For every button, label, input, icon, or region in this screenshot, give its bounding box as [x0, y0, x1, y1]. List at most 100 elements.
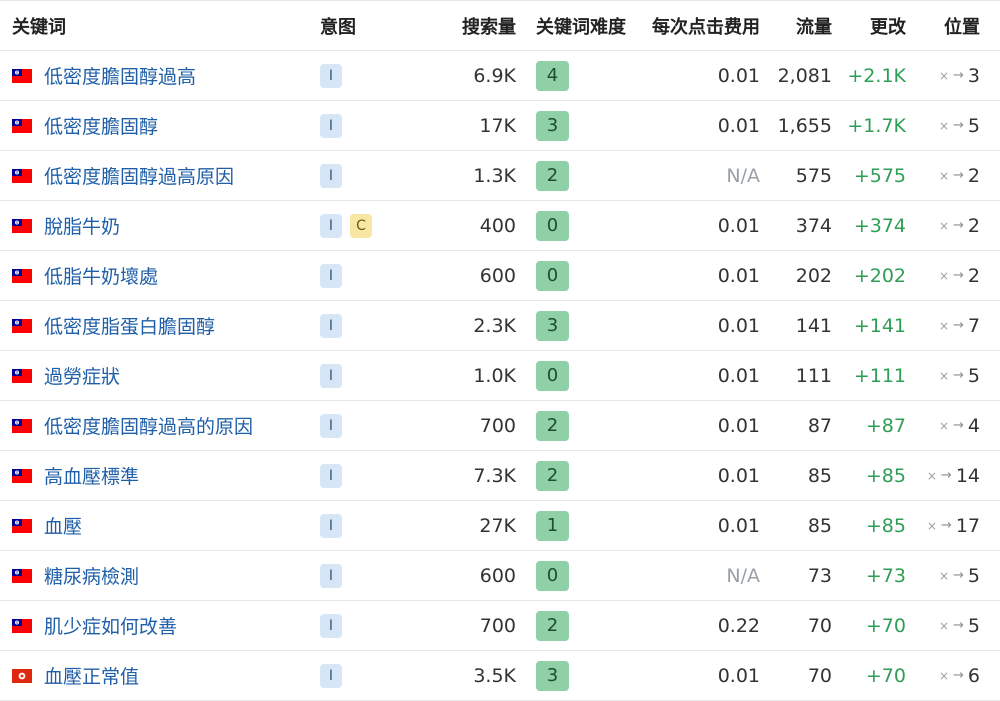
intent-cell: I: [320, 301, 430, 350]
cpc-value: 0.01: [717, 364, 760, 387]
kd-badge: 3: [536, 110, 569, 141]
arrow-right-icon: →: [953, 668, 964, 683]
keyword-link[interactable]: 低密度膽固醇過高的原因: [44, 412, 253, 439]
arrow-right-icon: →: [953, 268, 964, 283]
intent-badge-i[interactable]: I: [320, 613, 342, 638]
table-row: 低密度膽固醇過高的原因 I 700 2 0.01 87 +87 × → 4: [0, 401, 1000, 451]
keyword-link[interactable]: 低密度膽固醇過高: [44, 62, 196, 89]
keyword-table: 关键词 意图 搜索量 关键词难度 每次点击费用 流量 更改 位置 低密度膽固醇過…: [0, 0, 1000, 701]
volume-value: 6.9K: [473, 64, 516, 87]
kd-badge: 3: [536, 660, 569, 691]
taiwan-flag-icon: [12, 118, 32, 133]
taiwan-flag-icon: [12, 268, 32, 283]
intent-badge-i[interactable]: I: [320, 163, 342, 188]
keyword-cell: 脫脂牛奶: [12, 201, 312, 250]
intent-cell: I: [320, 251, 430, 300]
change-value: +85: [865, 464, 906, 487]
table-row: 過勞症狀 I 1.0K 0 0.01 111 +111 × → 5: [0, 351, 1000, 401]
table-row: 脫脂牛奶 I C 400 0 0.01 374 +374 × → 2: [0, 201, 1000, 251]
header-change[interactable]: 更改: [840, 1, 906, 50]
position-cell: × → 3: [918, 51, 980, 100]
kd-badge: 2: [536, 410, 569, 441]
not-ranked-icon: ×: [938, 668, 949, 683]
traffic-value: 575: [795, 164, 832, 187]
position-cell: × → 17: [918, 501, 980, 550]
kd-cell: 1: [536, 501, 632, 550]
keyword-link[interactable]: 低密度脂蛋白膽固醇: [44, 312, 215, 339]
intent-badge-i[interactable]: I: [320, 113, 342, 138]
traffic-value: 374: [795, 214, 832, 237]
cpc-value: 0.01: [717, 214, 760, 237]
cpc-value: 0.01: [717, 414, 760, 437]
header-keyword[interactable]: 关键词: [12, 1, 312, 50]
intent-badge-i[interactable]: I: [320, 413, 342, 438]
keyword-link[interactable]: 低密度膽固醇: [44, 112, 158, 139]
change-value: +85: [865, 514, 906, 537]
volume-value: 17K: [479, 114, 516, 137]
table-body: 低密度膽固醇過高 I 6.9K 4 0.01 2,081 +2.1K × → 3 低密度膽固醇 I 17…: [0, 51, 1000, 701]
not-ranked-icon: ×: [926, 468, 937, 483]
intent-badge-c[interactable]: C: [350, 213, 372, 238]
header-volume[interactable]: 搜索量: [430, 1, 516, 50]
kd-cell: 0: [536, 551, 632, 600]
header-kd[interactable]: 关键词难度: [536, 1, 632, 50]
keyword-cell: 血壓正常值: [12, 651, 312, 700]
position-cell: × → 14: [918, 451, 980, 500]
header-position[interactable]: 位置: [918, 1, 980, 50]
intent-cell: I: [320, 551, 430, 600]
taiwan-flag-icon: [12, 418, 32, 433]
intent-badge-i[interactable]: I: [320, 563, 342, 588]
intent-badge-i[interactable]: I: [320, 513, 342, 538]
header-cpc[interactable]: 每次点击费用: [640, 1, 760, 50]
keyword-cell: 低密度膽固醇過高的原因: [12, 401, 312, 450]
position-value: 2: [967, 264, 980, 287]
change-value: +141: [853, 314, 906, 337]
keyword-link[interactable]: 過勞症狀: [44, 362, 120, 389]
intent-badge-i[interactable]: I: [320, 463, 342, 488]
intent-badge-i[interactable]: I: [320, 363, 342, 388]
kd-cell: 0: [536, 201, 632, 250]
intent-cell: I: [320, 51, 430, 100]
header-traffic[interactable]: 流量: [770, 1, 832, 50]
keyword-link[interactable]: 高血壓標準: [44, 462, 139, 489]
keyword-cell: 血壓: [12, 501, 312, 550]
volume-value: 400: [479, 214, 516, 237]
intent-badge-i[interactable]: I: [320, 313, 342, 338]
header-intent[interactable]: 意图: [320, 1, 430, 50]
kd-cell: 2: [536, 151, 632, 200]
kd-cell: 3: [536, 651, 632, 700]
keyword-cell: 過勞症狀: [12, 351, 312, 400]
table-row: 肌少症如何改善 I 700 2 0.22 70 +70 × → 5: [0, 601, 1000, 651]
table-row: 低脂牛奶壞處 I 600 0 0.01 202 +202 × → 2: [0, 251, 1000, 301]
arrow-right-icon: →: [940, 518, 952, 533]
volume-value: 27K: [479, 514, 516, 537]
change-value: +87: [865, 414, 906, 437]
intent-cell: I: [320, 151, 430, 200]
intent-badge-i[interactable]: I: [320, 63, 342, 88]
kd-cell: 2: [536, 401, 632, 450]
traffic-value: 70: [807, 664, 832, 687]
taiwan-flag-icon: [12, 618, 32, 633]
keyword-link[interactable]: 血壓正常值: [44, 662, 139, 689]
keyword-link[interactable]: 糖尿病檢測: [44, 562, 139, 589]
keyword-link[interactable]: 肌少症如何改善: [44, 612, 177, 639]
intent-badge-i[interactable]: I: [320, 663, 342, 688]
cpc-value: 0.01: [717, 64, 760, 87]
table-row: 低密度脂蛋白膽固醇 I 2.3K 3 0.01 141 +141 × → 7: [0, 301, 1000, 351]
kd-badge: 0: [536, 560, 569, 591]
keyword-link[interactable]: 脫脂牛奶: [44, 212, 120, 239]
position-value: 14: [955, 464, 980, 487]
kd-badge: 0: [536, 260, 569, 291]
keyword-link[interactable]: 血壓: [44, 512, 82, 539]
intent-badge-i[interactable]: I: [320, 263, 342, 288]
keyword-link[interactable]: 低脂牛奶壞處: [44, 262, 158, 289]
position-cell: × → 4: [918, 401, 980, 450]
keyword-link[interactable]: 低密度膽固醇過高原因: [44, 162, 234, 189]
not-ranked-icon: ×: [926, 518, 937, 533]
change-value: +202: [853, 264, 906, 287]
volume-value: 700: [479, 414, 516, 437]
change-value: +73: [865, 564, 906, 587]
intent-badge-i[interactable]: I: [320, 213, 342, 238]
arrow-right-icon: →: [953, 568, 964, 583]
taiwan-flag-icon: [12, 468, 32, 483]
